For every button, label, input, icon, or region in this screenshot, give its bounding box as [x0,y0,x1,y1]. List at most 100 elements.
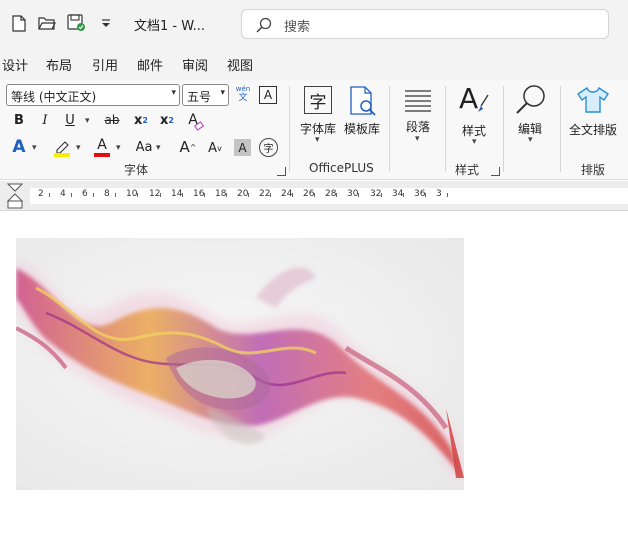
character-border-text: A [263,88,273,102]
abstract-fluid-art-image[interactable] [16,238,464,490]
change-case-button[interactable]: Aa [133,137,155,157]
ruler-tick [403,193,404,197]
subscript-mark: 2 [142,115,148,125]
ruler-tick [425,193,426,197]
grow-font-text: A [179,138,190,156]
text-effects-button[interactable]: A [10,136,28,158]
font-color-text: A [97,136,107,153]
styles-group-label: 样式 [455,163,480,177]
strikethrough-button[interactable]: ab [101,110,123,130]
open-folder-icon[interactable] [37,13,57,33]
character-shading-button[interactable]: A [234,139,251,156]
ruler-tick [292,193,293,197]
group-divider [389,86,390,172]
indent-marker-icon[interactable] [6,183,24,213]
ruler-number: 3 [436,189,442,199]
grow-font-button[interactable]: A ^ [178,136,198,158]
fluid-art-graphic [16,238,464,490]
full-text-layout-label: 全文排版 [569,123,618,137]
superscript-mark: 2 [168,115,174,125]
phonetic-guide-button[interactable]: wén 文 [234,83,252,105]
ruler-tick [447,193,448,197]
font-color-dropdown-icon[interactable]: ▾ [116,143,121,153]
ruler-tick [49,193,50,197]
ruler-number: 36 [414,189,426,199]
ruler-number: 4 [60,189,66,199]
tab-design[interactable]: 设计 [2,55,28,74]
font-color-button[interactable]: A [92,136,112,158]
layout-group-label: 排版 [581,163,606,177]
change-case-dropdown-icon[interactable]: ▾ [156,143,161,153]
ruler-tick [204,193,205,197]
character-border-button[interactable]: A [259,86,277,104]
font-color-bar [94,152,110,157]
italic-button[interactable]: I [36,110,54,130]
ruler-number: 2 [38,189,44,199]
ruler-tick [71,193,72,197]
chevron-down-icon: ▾ [315,135,320,145]
shrink-font-text: A [208,140,218,156]
styles-button[interactable]: A 样式 ▾ [452,84,496,154]
highlighter-icon [56,140,69,153]
ruler-number: 12 [149,189,161,199]
group-divider [560,86,561,172]
paragraph-icon [404,90,432,115]
search-input[interactable]: 搜索 [241,9,609,39]
save-icon[interactable] [66,13,86,33]
tab-review[interactable]: 审阅 [182,55,208,74]
group-divider [289,86,290,172]
officeplus-group-label: OfficePLUS [309,161,374,175]
bold-button[interactable]: B [10,110,28,130]
ruler-tick [248,193,249,197]
tab-mailings[interactable]: 邮件 [137,55,163,74]
text-effects-dropdown-icon[interactable]: ▾ [32,143,37,153]
ruler-number: 24 [281,189,293,199]
superscript-button[interactable]: x2 [158,110,176,130]
font-dialog-launcher-icon[interactable] [277,167,286,176]
superscript-text: x [160,112,169,128]
shrink-font-button[interactable]: Av [205,137,225,159]
font-library-icon-char: 字 [309,92,327,113]
subscript-button[interactable]: x2 [132,110,150,130]
underline-text: U [65,112,75,128]
search-placeholder: 搜索 [284,20,311,35]
ruler-number: 14 [171,189,183,199]
ruler-tick [270,193,271,197]
font-name-select[interactable]: 等线 (中文正文) ▾ [6,84,180,106]
document-page[interactable] [0,212,628,546]
tab-view[interactable]: 视图 [227,55,253,74]
enclose-characters-button[interactable]: 字 [259,138,278,157]
group-divider [445,86,446,172]
highlight-button[interactable] [51,137,73,159]
ruler-number: 10 [126,189,138,199]
font-library-button[interactable]: 字 字体库 ▾ [298,86,340,152]
underline-dropdown-icon[interactable]: ▾ [85,116,90,126]
ruler-tick [115,193,116,197]
font-size-select[interactable]: 五号 ▾ [182,84,229,106]
chevron-down-icon: ▾ [472,137,477,147]
change-case-text: Aa [135,139,153,155]
ruler-number: 8 [104,189,110,199]
template-library-icon [350,86,376,119]
horizontal-ruler[interactable]: 2 4 6 8 10 12 14 16 18 20 22 24 26 28 30 32 34 36 3 [0,181,628,211]
template-library-button[interactable]: 模板库 [342,86,384,152]
phonetic-top-text: wén [235,85,251,93]
underline-button[interactable]: U [61,110,79,130]
editing-button[interactable]: 编辑 ▾ [511,84,553,154]
ruler-number: 16 [193,189,205,199]
shirt-icon [577,86,609,117]
tab-references[interactable]: 引用 [92,55,118,74]
customize-quick-access-icon[interactable] [96,13,116,33]
ruler-tick [93,193,94,197]
ruler-number: 26 [303,189,315,199]
full-text-layout-button[interactable]: 全文排版 [566,84,620,154]
paragraph-button[interactable]: 段落 ▾ [398,86,438,156]
group-divider [503,86,504,172]
new-document-icon[interactable] [9,13,29,33]
clear-formatting-button[interactable]: A [183,110,204,131]
font-size-value: 五号 [187,90,212,104]
styles-dialog-launcher-icon[interactable] [491,167,500,176]
highlight-dropdown-icon[interactable]: ▾ [76,143,81,153]
title-bar: 文档1 - W... 搜索 [0,0,628,46]
tab-layout[interactable]: 布局 [46,55,72,74]
